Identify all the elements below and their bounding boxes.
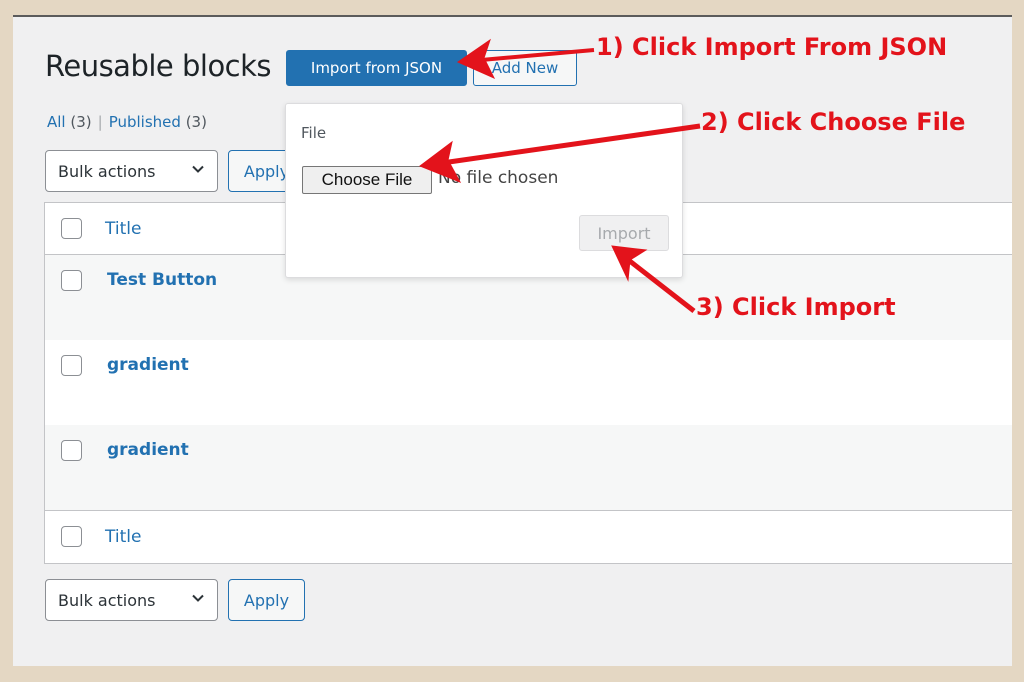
bulk-actions-value: Bulk actions (58, 161, 156, 181)
filter-published-label: Published (108, 113, 181, 131)
annotation-step1: 1) Click Import From JSON (596, 33, 948, 61)
filter-all-label: All (47, 113, 66, 131)
filter-all-count: (3) (70, 113, 92, 131)
row-checkbox[interactable] (61, 270, 82, 291)
select-all-checkbox-footer[interactable] (61, 526, 82, 547)
no-file-chosen-text: No file chosen (438, 168, 559, 188)
annotation-step2: 2) Click Choose File (701, 108, 966, 136)
row-checkbox[interactable] (61, 440, 82, 461)
row-title-link[interactable]: Test Button (107, 270, 217, 290)
choose-file-button[interactable]: Choose File (302, 166, 432, 194)
table-row: gradient (45, 425, 1012, 510)
table-footer: Title (45, 510, 1012, 562)
row-checkbox[interactable] (61, 355, 82, 376)
row-title-link[interactable]: gradient (107, 440, 189, 460)
filter-published-count: (3) (185, 113, 207, 131)
bulk-actions-select-top[interactable]: Bulk actions (45, 150, 218, 192)
bulk-actions-select-bottom[interactable]: Bulk actions (45, 579, 218, 621)
add-new-button[interactable]: Add New (473, 50, 577, 86)
import-popover: File Choose File No file chosen Import (285, 103, 683, 278)
annotation-step3: 3) Click Import (696, 293, 896, 321)
status-filter-links: All (3) | Published (3) (47, 113, 207, 131)
import-from-json-button[interactable]: Import from JSON (286, 50, 467, 86)
page-title: Reusable blocks (45, 49, 272, 83)
filter-all-link[interactable]: All (3) (47, 113, 92, 131)
chevron-down-icon (192, 594, 204, 602)
select-all-checkbox[interactable] (61, 218, 82, 239)
bulk-actions-value: Bulk actions (58, 590, 156, 610)
column-footer-title[interactable]: Title (105, 527, 141, 547)
chevron-down-icon (192, 165, 204, 173)
filter-published-link[interactable]: Published (3) (109, 113, 207, 131)
filter-separator: | (97, 113, 103, 131)
file-field-label: File (301, 124, 327, 142)
table-row: gradient (45, 340, 1012, 425)
import-button[interactable]: Import (579, 215, 669, 251)
apply-button-bottom[interactable]: Apply (228, 579, 305, 621)
column-header-title[interactable]: Title (105, 219, 141, 239)
row-title-link[interactable]: gradient (107, 355, 189, 375)
